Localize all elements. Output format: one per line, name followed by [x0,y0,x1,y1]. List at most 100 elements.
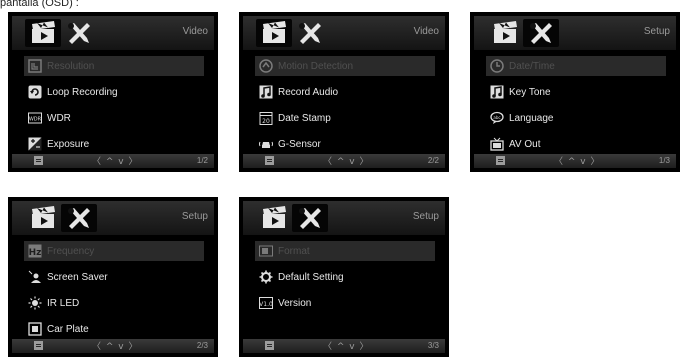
osd-screen-video-page-1: Video Resolution Loop Recording WDR WDR … [8,12,218,172]
menu-item-label: G-Sensor [278,138,321,150]
navigation-arrows[interactable]: 〈 ^ v 〉 [323,154,369,167]
date-stamp-icon: 20 [259,111,273,125]
osd-screen-setup-page-2: Setup Hz Frequency Screen Saver IR LED C… [8,197,218,357]
setup-tab[interactable] [523,19,559,47]
svg-text:20: 20 [262,118,270,125]
video-tab[interactable] [256,19,292,47]
menu-item-label: Date Stamp [278,112,331,124]
menu-item-language[interactable]: abc Language [486,108,666,128]
svg-text:V1.0: V1.0 [259,301,273,308]
mode-label: Video [413,26,439,37]
record-audio-icon [259,85,273,99]
menu-icon[interactable] [265,156,274,165]
page-indicator: 3/3 [427,341,439,350]
menu-item-label: Date/Time [509,60,555,72]
menu-item-label: AV Out [509,138,541,150]
svg-text:Hz: Hz [29,248,42,258]
frequency-icon: Hz [28,244,42,258]
menu-item-label: Loop Recording [47,86,118,98]
page-indicator: 2/2 [427,156,439,165]
menu-item-label: Format [278,245,310,257]
setup-tab[interactable] [295,20,325,46]
menu-item-label: Car Plate [47,323,89,335]
menu-item-default-setting[interactable]: Default Setting [255,267,435,287]
default-setting-icon [259,270,273,284]
navigation-arrows[interactable]: 〈 ^ v 〉 [92,154,138,167]
navigation-arrows[interactable]: 〈 ^ v 〉 [92,339,138,352]
page-caption: pantalla (OSD) : [0,0,79,9]
motion-detection-icon [259,59,273,73]
menu-icon[interactable] [265,341,274,350]
setup-tab[interactable] [61,204,97,232]
osd-screen-setup-page-1: Setup Date/Time Key Tone abc Language AV… [470,12,680,172]
menu-item-label: Screen Saver [47,271,108,283]
menu-item-version[interactable]: V1.0 Version [255,293,435,313]
menu-item-label: WDR [47,112,71,124]
mode-tab-bar: Video [12,16,214,50]
osd-screen-setup-page-3: Setup Format Default Setting V1.0 Versio… [239,197,449,357]
menu-item-car-plate[interactable]: Car Plate [24,319,204,339]
mode-label: Setup [181,211,208,222]
clock-icon [490,59,504,73]
menu-icon[interactable] [34,341,43,350]
video-tab[interactable] [259,205,289,231]
setup-tab[interactable] [292,204,328,232]
menu-item-format[interactable]: Format [255,241,435,261]
menu-item-ir-led[interactable]: IR LED [24,293,204,313]
mode-tab-bar: Setup [243,201,445,235]
navigation-arrows[interactable]: 〈 ^ v 〉 [554,154,600,167]
menu-item-label: Language [509,112,554,124]
mode-label: Video [182,26,208,37]
menu-item-label: Version [278,297,312,309]
menu-item-key-tone[interactable]: Key Tone [486,82,666,102]
menu-item-g-sensor[interactable]: G-Sensor [255,134,435,154]
mode-tab-bar: Video [243,16,445,50]
mode-tab-bar: Setup [474,16,676,50]
mode-label: Setup [643,26,670,37]
menu-item-label: Frequency [47,245,95,257]
status-bar: 〈 ^ v 〉 3/3 [243,339,445,353]
status-bar: 〈 ^ v 〉 2/3 [12,339,214,353]
status-bar: 〈 ^ v 〉 2/2 [243,154,445,168]
menu-item-loop-recording[interactable]: Loop Recording [24,82,204,102]
status-bar: 〈 ^ v 〉 1/2 [12,154,214,168]
menu-item-frequency[interactable]: Hz Frequency [24,241,204,261]
menu-item-date-time[interactable]: Date/Time [486,56,666,76]
menu-item-av-out[interactable]: AV Out [486,134,666,154]
menu-item-label: Default Setting [278,271,344,283]
loop-recording-icon [28,85,42,99]
format-icon [259,244,273,258]
menu-item-label: IR LED [47,297,80,309]
resolution-icon [28,59,42,73]
menu-item-screen-saver[interactable]: Screen Saver [24,267,204,287]
mode-tab-bar: Setup [12,201,214,235]
page-indicator: 1/3 [658,156,670,165]
menu-item-date-stamp[interactable]: 20 Date Stamp [255,108,435,128]
menu-item-label: Resolution [47,60,95,72]
setup-tab[interactable] [64,20,94,46]
video-tab[interactable] [25,19,61,47]
mode-label: Setup [412,211,439,222]
status-bar: 〈 ^ v 〉 1/3 [474,154,676,168]
tv-icon [490,137,504,151]
osd-screen-video-page-2: Video Motion Detection Record Audio 20 D… [239,12,449,172]
menu-item-motion-detection[interactable]: Motion Detection [255,56,435,76]
menu-item-exposure[interactable]: Exposure [24,134,204,154]
language-icon: abc [490,111,504,125]
menu-item-label: Exposure [47,138,90,150]
g-sensor-icon [259,137,273,151]
video-tab[interactable] [490,20,520,46]
page-indicator: 2/3 [196,341,208,350]
menu-item-record-audio[interactable]: Record Audio [255,82,435,102]
menu-item-wdr[interactable]: WDR WDR [24,108,204,128]
key-tone-icon [490,85,504,99]
menu-icon[interactable] [496,156,505,165]
menu-icon[interactable] [34,156,43,165]
car-plate-icon [28,322,42,336]
menu-item-label: Motion Detection [278,60,354,72]
version-icon: V1.0 [259,296,273,310]
video-tab[interactable] [28,205,58,231]
menu-item-label: Record Audio [278,86,339,98]
navigation-arrows[interactable]: 〈 ^ v 〉 [323,339,369,352]
menu-item-resolution[interactable]: Resolution [24,56,204,76]
